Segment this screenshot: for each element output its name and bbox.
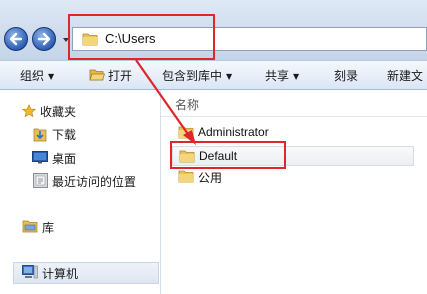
computer-icon	[22, 265, 38, 279]
nav-libraries[interactable]: 库	[42, 219, 54, 236]
chevron-down-icon: ▼	[226, 72, 233, 81]
back-button[interactable]	[4, 27, 28, 51]
command-toolbar: 组织 ▼ 打开 包含到库中 ▼ 共享 ▼ 刻录 新建文	[0, 60, 427, 90]
folder-icon	[178, 170, 194, 183]
chevron-down-icon: ▼	[293, 72, 300, 81]
nav-recent-places[interactable]: 最近访问的位置	[52, 173, 136, 190]
new-folder-button[interactable]: 新建文	[387, 67, 423, 84]
column-header-name[interactable]: 名称	[175, 96, 199, 113]
include-in-library-label: 包含到库中	[162, 69, 223, 83]
header-divider	[161, 116, 427, 117]
folder-row-administrator[interactable]: Administrator	[172, 123, 427, 143]
folder-icon	[178, 126, 194, 139]
star-icon	[22, 104, 36, 118]
nav-desktop[interactable]: 桌面	[52, 150, 76, 167]
share-menu[interactable]: 共享 ▼	[265, 67, 299, 84]
organize-menu[interactable]: 组织 ▼	[20, 67, 54, 84]
share-label: 共享	[265, 69, 290, 83]
chevron-down-icon: ▼	[48, 72, 55, 81]
folder-row-public[interactable]: 公用	[172, 167, 427, 187]
default-folder-highlight-box	[170, 141, 286, 169]
libraries-icon	[22, 220, 38, 233]
open-folder-icon	[89, 69, 105, 81]
nav-downloads[interactable]: 下载	[52, 126, 76, 143]
pane-divider[interactable]	[160, 90, 161, 294]
back-arrow-icon	[9, 32, 23, 46]
burn-button[interactable]: 刻录	[334, 67, 358, 84]
recent-places-icon	[33, 173, 48, 188]
address-highlight-box	[68, 14, 215, 60]
desktop-icon	[32, 151, 48, 164]
downloads-folder-icon	[33, 128, 47, 142]
forward-arrow-icon	[37, 32, 51, 46]
nav-computer[interactable]: 计算机	[42, 265, 78, 282]
include-in-library-menu[interactable]: 包含到库中 ▼	[162, 67, 232, 84]
open-button[interactable]: 打开	[108, 67, 132, 84]
folder-name: Administrator	[198, 125, 269, 139]
forward-button[interactable]	[32, 27, 56, 51]
nav-favorites[interactable]: 收藏夹	[40, 103, 76, 120]
organize-label: 组织	[20, 69, 45, 83]
folder-name: 公用	[198, 171, 223, 185]
